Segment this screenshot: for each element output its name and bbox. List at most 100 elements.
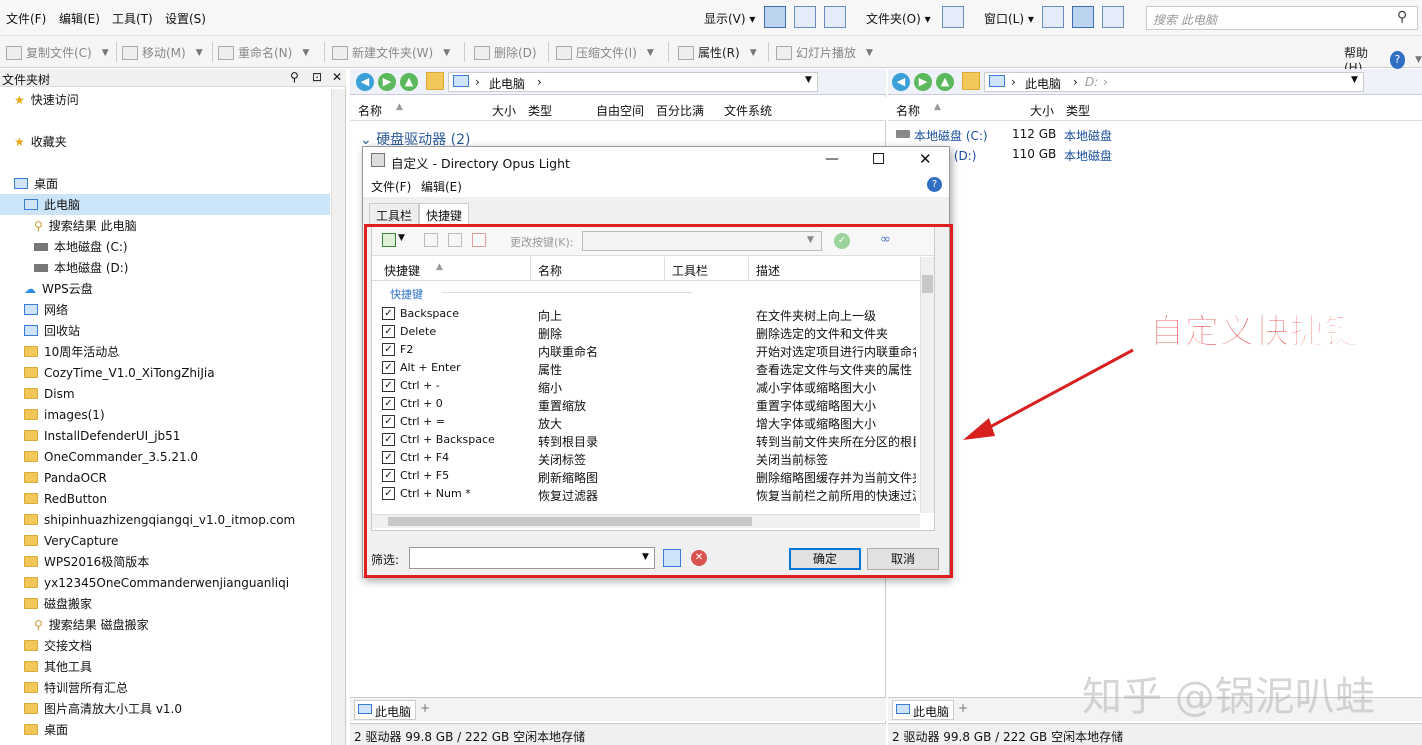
- favorites-icon[interactable]: [426, 72, 444, 90]
- col-name[interactable]: 名称: [358, 102, 382, 119]
- layout-details-icon[interactable]: [764, 6, 786, 28]
- menu-file[interactable]: 文件(F): [6, 10, 46, 27]
- col-free[interactable]: 自由空间: [596, 102, 644, 119]
- forward-icon[interactable]: ▶: [914, 73, 932, 91]
- tree-item[interactable]: 磁盘搬家: [0, 593, 330, 614]
- folder-icon: [24, 451, 38, 462]
- tree-item[interactable]: shipinhuazhizengqiangqi_v1.0_itmop.com: [0, 509, 330, 530]
- tree-item[interactable]: ☁WPS云盘: [0, 278, 330, 299]
- right-path-field[interactable]: › 此电脑 › D: › ▼: [984, 72, 1364, 92]
- menu-window[interactable]: 窗口(L) ▾: [984, 10, 1034, 27]
- layout-single-icon[interactable]: [1042, 6, 1064, 28]
- tree-item[interactable]: 本地磁盘 (C:): [0, 236, 330, 257]
- layout-dual-icon[interactable]: [1072, 6, 1094, 28]
- back-icon[interactable]: ◀: [356, 73, 374, 91]
- tree-item[interactable]: VeryCapture: [0, 530, 330, 551]
- tree-item[interactable]: 桌面: [0, 719, 330, 740]
- tree-item[interactable]: ★收藏夹: [0, 131, 330, 152]
- copy-button[interactable]: 复制文件(C)▼: [6, 44, 109, 61]
- tree-item-label: 10周年活动总: [44, 343, 119, 360]
- tree-item[interactable]: 本地磁盘 (D:): [0, 257, 330, 278]
- layout-tree-icon[interactable]: [1102, 6, 1124, 28]
- up-icon[interactable]: ▲: [936, 73, 954, 91]
- search-icon[interactable]: ⚲: [1397, 9, 1407, 25]
- add-tab-icon[interactable]: +: [420, 701, 430, 715]
- menu-edit[interactable]: 编辑(E): [59, 10, 100, 27]
- tree-item[interactable]: PandaOCR: [0, 467, 330, 488]
- tree-item[interactable]: ⚲搜索结果 此电脑: [0, 215, 330, 236]
- col-size[interactable]: 大小: [492, 102, 516, 119]
- tree-item[interactable]: ★快速访问: [0, 89, 330, 110]
- search-result-icon: ⚲: [34, 618, 43, 632]
- col-fs[interactable]: 文件系统: [724, 102, 772, 119]
- tree-item[interactable]: WPS2016极简版本: [0, 551, 330, 572]
- delete-button[interactable]: 删除(D): [474, 44, 537, 61]
- maximize-button[interactable]: [873, 153, 884, 164]
- tree-close-icon[interactable]: ✕: [332, 70, 342, 84]
- tree-item[interactable]: 桌面: [0, 173, 330, 194]
- tree-search-icon[interactable]: ⚲: [290, 70, 299, 84]
- tree-item[interactable]: CozyTime_V1.0_XiTongZhiJia: [0, 362, 330, 383]
- minimize-button[interactable]: —: [825, 151, 839, 167]
- tree-item[interactable]: 回收站: [0, 320, 330, 341]
- back-icon[interactable]: ◀: [892, 73, 910, 91]
- left-tab[interactable]: 此电脑: [354, 700, 416, 720]
- menu-settings[interactable]: 设置(S): [165, 10, 206, 27]
- tree-item[interactable]: images(1): [0, 404, 330, 425]
- right-tab[interactable]: 此电脑: [892, 700, 954, 720]
- col-type[interactable]: 类型: [528, 102, 552, 119]
- move-button[interactable]: 移动(M)▼: [122, 44, 203, 61]
- help-icon[interactable]: ?: [927, 177, 942, 192]
- up-icon[interactable]: ▲: [400, 73, 418, 91]
- folder-icon: [24, 598, 38, 609]
- tree-item[interactable]: 其他工具: [0, 656, 330, 677]
- menu-folder[interactable]: 文件夹(O) ▾: [866, 10, 931, 27]
- left-path-field[interactable]: › 此电脑 › ▼: [448, 72, 818, 92]
- tree-item[interactable]: 网络: [0, 299, 330, 320]
- layout-power-icon[interactable]: [794, 6, 816, 28]
- dialog-menu-edit[interactable]: 编辑(E): [421, 178, 462, 195]
- cloud-icon: ☁: [24, 282, 36, 296]
- new-folder-button[interactable]: 新建文件夹(W)▼: [332, 44, 450, 61]
- folder-icon: [24, 703, 38, 714]
- tree-item-label: 磁盘搬家: [44, 595, 92, 612]
- tree-item-label: 此电脑: [44, 196, 80, 213]
- folder-icon: [24, 724, 38, 735]
- tree-item[interactable]: Dism: [0, 383, 330, 404]
- col-type[interactable]: 类型: [1066, 102, 1090, 119]
- close-button[interactable]: ✕: [919, 150, 932, 168]
- left-status-bar: 2 驱动器 99.8 GB / 222 GB 空闲本地存储: [350, 723, 886, 745]
- col-pct[interactable]: 百分比满: [656, 102, 704, 119]
- tree-item[interactable]: InstallDefenderUI_jb51: [0, 425, 330, 446]
- tree-item[interactable]: 特训营所有汇总: [0, 677, 330, 698]
- tree-scrollbar[interactable]: [331, 89, 345, 745]
- folder-options-icon[interactable]: [942, 6, 964, 28]
- tree-item-label: WPS2016极简版本: [44, 553, 149, 570]
- search-input[interactable]: 搜索 此电脑 ⚲: [1146, 6, 1418, 30]
- properties-button[interactable]: 属性(R)▼: [678, 44, 757, 61]
- computer-icon: [24, 199, 38, 210]
- tree-item[interactable]: RedButton: [0, 488, 330, 509]
- layout-thumbs-icon[interactable]: [824, 6, 846, 28]
- rename-button[interactable]: 重命名(N)▼: [218, 44, 309, 61]
- tree-pin-icon[interactable]: ⊡: [312, 70, 322, 84]
- tree-item[interactable]: 图片高清放大小工具 v1.0: [0, 698, 330, 719]
- menu-tools[interactable]: 工具(T): [112, 10, 153, 27]
- tree-item[interactable]: OneCommander_3.5.21.0: [0, 446, 330, 467]
- tree-item[interactable]: 10周年活动总: [0, 341, 330, 362]
- tree-item[interactable]: ⚲搜索结果 磁盘搬家: [0, 614, 330, 635]
- col-name[interactable]: 名称: [896, 102, 920, 119]
- favorites-icon[interactable]: [962, 72, 980, 90]
- tree-item[interactable]: 此电脑: [0, 194, 330, 215]
- list-item[interactable]: 本地磁盘 (C:) 112 GB 本地磁盘: [896, 125, 1136, 145]
- menu-display[interactable]: 显示(V) ▾: [704, 10, 755, 27]
- compress-button[interactable]: 压缩文件(I)▼: [556, 44, 654, 61]
- add-tab-icon[interactable]: +: [958, 701, 968, 715]
- col-size[interactable]: 大小: [1030, 102, 1054, 119]
- forward-icon[interactable]: ▶: [378, 73, 396, 91]
- tree-item[interactable]: 交接文档: [0, 635, 330, 656]
- slideshow-button[interactable]: 幻灯片播放▼: [776, 44, 873, 61]
- tree-item[interactable]: yx12345OneCommanderwenjianguanliqi: [0, 572, 330, 593]
- dialog-menu-file[interactable]: 文件(F): [371, 178, 411, 195]
- folder-tree: 文件夹树 ⚲ ⊡ ✕ ★快速访问★收藏夹桌面此电脑⚲搜索结果 此电脑本地磁盘 (…: [0, 69, 346, 745]
